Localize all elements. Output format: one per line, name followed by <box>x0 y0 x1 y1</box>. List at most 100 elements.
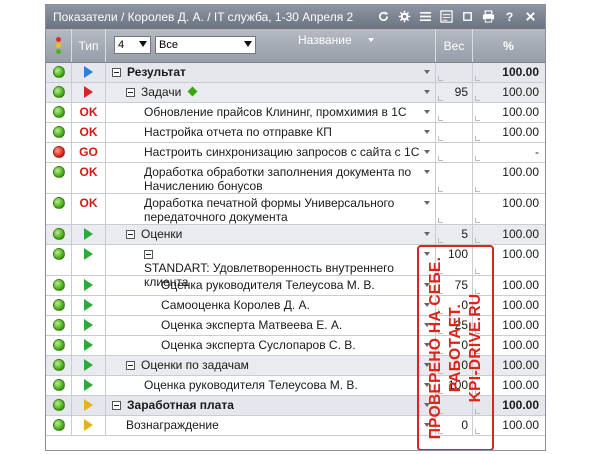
percent-value: - <box>535 145 539 159</box>
name-cell[interactable]: Вознаграждение <box>106 416 436 435</box>
resize-corner-icon <box>475 116 480 121</box>
status-cell <box>46 396 72 415</box>
type-cell <box>72 356 106 375</box>
percent-cell: 100.00 <box>473 225 544 244</box>
indicator-name: Доработка обработки заполнения документа… <box>144 165 412 193</box>
close-icon[interactable] <box>522 8 539 25</box>
row-menu-chevron-icon[interactable] <box>424 130 430 134</box>
name-cell[interactable]: Оценка руководителя Телеусова М. В. <box>106 376 436 395</box>
collapse-icon[interactable] <box>126 361 135 370</box>
type-arrow-yellow-icon <box>84 399 93 411</box>
level-select[interactable]: 4 <box>114 36 151 54</box>
status-green-dot-icon <box>52 248 65 260</box>
print-icon[interactable] <box>480 8 497 25</box>
table-row[interactable]: GO Настроить синхронизацию запросов с сай… <box>46 143 545 163</box>
status-green-dot-icon <box>52 319 65 331</box>
list-icon[interactable] <box>417 8 434 25</box>
percent-value: 100.00 <box>502 196 539 210</box>
name-cell[interactable]: Оценка эксперта Матвеева Е. А. <box>106 316 436 335</box>
type-status-label: OK <box>79 165 98 179</box>
collapse-icon[interactable] <box>126 230 135 239</box>
help-icon[interactable]: ? <box>501 8 518 25</box>
name-column-label[interactable]: Название <box>298 33 352 47</box>
status-cell <box>46 416 72 435</box>
indicator-name: Оценка эксперта Матвеева Е. А. <box>161 318 343 332</box>
name-cell[interactable]: Самооценка Королев Д. А. <box>106 296 436 315</box>
indicator-name: Результат <box>127 65 186 79</box>
export-csv-icon[interactable] <box>438 8 455 25</box>
percent-column-header[interactable]: % <box>473 29 544 62</box>
name-cell[interactable]: Настроить синхронизацию запросов с сайта… <box>106 143 436 162</box>
name-cell[interactable]: STANDART: Удовлетворенность внутреннего … <box>106 245 436 289</box>
table-row[interactable]: Оценки 5 100.00 <box>46 225 545 245</box>
type-cell <box>72 316 106 335</box>
type-cell <box>72 225 106 244</box>
settings-icon[interactable] <box>396 8 413 25</box>
name-cell[interactable]: Доработка обработки заполнения документа… <box>106 163 436 193</box>
row-menu-chevron-icon[interactable] <box>424 90 430 94</box>
name-cell[interactable]: Обновление прайсов Клининг, промхимия в … <box>106 103 436 122</box>
indicator-name: Оценки по задачам <box>141 358 249 372</box>
stamp-line-1: ПРОВЕРЕНО НА СЕБЕ. <box>426 256 444 440</box>
collapse-icon[interactable] <box>126 88 135 97</box>
traffic-light-yellow-icon <box>56 43 61 48</box>
level-select-value: 4 <box>118 39 125 51</box>
table-row[interactable]: OK Доработка обработки заполнения докумен… <box>46 163 545 194</box>
sort-down-icon[interactable] <box>368 38 374 42</box>
row-menu-chevron-icon[interactable] <box>424 232 430 236</box>
name-cell[interactable]: Доработка печатной формы Универсального … <box>106 194 436 224</box>
name-cell[interactable]: Задачи <box>106 83 436 102</box>
row-menu-chevron-icon[interactable] <box>424 150 430 154</box>
type-column-header[interactable]: Тип <box>72 29 106 62</box>
name-cell[interactable]: Оценка руководителя Телеусова М. В. <box>106 276 436 295</box>
weight-column-header[interactable]: Вес <box>436 29 473 62</box>
indicator-name: Доработка печатной формы Универсального … <box>144 196 395 224</box>
type-arrow-red-icon <box>84 86 93 98</box>
name-cell[interactable]: Заработная плата <box>106 396 436 415</box>
resize-corner-icon <box>438 218 443 223</box>
filter-select[interactable]: Все <box>155 36 256 54</box>
type-arrow-yellow-icon <box>84 419 93 431</box>
resize-corner-icon <box>475 218 480 223</box>
table-row[interactable]: Задачи 95 100.00 <box>46 83 545 103</box>
type-status-label: OK <box>79 125 98 139</box>
status-cell <box>46 245 72 275</box>
name-cell[interactable]: Оценка эксперта Суслопаров С. В. <box>106 336 436 355</box>
status-green-dot-icon <box>52 86 65 98</box>
resize-corner-icon <box>438 116 443 121</box>
weight-cell <box>436 103 473 122</box>
collapse-icon[interactable] <box>112 401 121 410</box>
indicator-name: Настроить синхронизацию запросов с сайта… <box>144 145 420 159</box>
filter-select-value: Все <box>159 39 178 51</box>
type-cell <box>72 416 106 435</box>
status-cell <box>46 296 72 315</box>
minimize-icon[interactable] <box>459 8 476 25</box>
stamp-text: ПРОВЕРЕНО НА СЕБЕ. РАБОТАЕТ. KPI-DRIVE.R… <box>426 249 486 447</box>
weight-cell <box>436 143 473 162</box>
collapse-icon[interactable] <box>112 68 121 77</box>
status-cell <box>46 63 72 82</box>
title-toolbar: ? <box>375 8 539 25</box>
table-row[interactable]: OK Доработка печатной формы Универсальног… <box>46 194 545 225</box>
name-cell[interactable]: Результат <box>106 63 436 82</box>
status-cell <box>46 123 72 142</box>
type-cell <box>72 63 106 82</box>
percent-value: 100.00 <box>502 418 539 432</box>
resize-corner-icon <box>438 76 443 81</box>
name-cell[interactable]: Настройка отчета по отправке КП <box>106 123 436 142</box>
row-menu-chevron-icon[interactable] <box>424 70 430 74</box>
row-menu-chevron-icon[interactable] <box>424 110 430 114</box>
status-cell <box>46 336 72 355</box>
name-cell[interactable]: Оценки по задачам <box>106 356 436 375</box>
table-row[interactable]: OK Обновление прайсов Клининг, промхимия … <box>46 103 545 123</box>
type-cell <box>72 83 106 102</box>
collapse-icon[interactable] <box>144 250 153 259</box>
table-row[interactable]: Результат 100.00 <box>46 63 545 83</box>
stamp-line-3: KPI-DRIVE.RU <box>466 293 484 403</box>
row-menu-chevron-icon[interactable] <box>424 170 430 174</box>
indicator-name: Задачи <box>141 85 182 99</box>
table-row[interactable]: OK Настройка отчета по отправке КП 100.00 <box>46 123 545 143</box>
row-menu-chevron-icon[interactable] <box>424 201 430 205</box>
name-cell[interactable]: Оценки <box>106 225 436 244</box>
refresh-icon[interactable] <box>375 8 392 25</box>
